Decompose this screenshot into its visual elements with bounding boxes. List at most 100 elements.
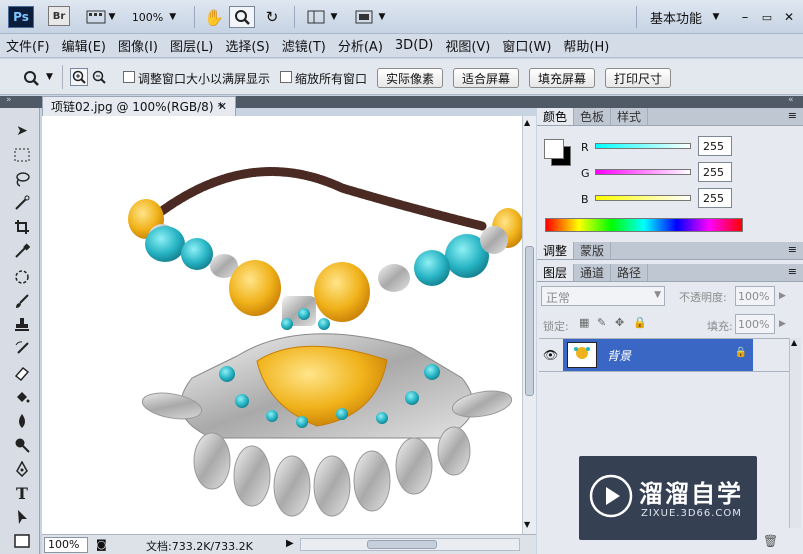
menu-select[interactable]: 选择(S) (225, 36, 269, 55)
expand-arrows-icon[interactable]: « (788, 95, 794, 105)
blue-value-field[interactable]: 255 (698, 188, 732, 208)
pen-tool-icon[interactable] (10, 458, 34, 480)
tab-masks[interactable]: 蒙版 (574, 242, 612, 259)
fill-screen-button[interactable]: 填充屏幕 (529, 68, 595, 88)
menu-filter[interactable]: 滤镜(T) (282, 36, 326, 55)
tab-color[interactable]: 颜色 (537, 108, 575, 125)
horizontal-scrollbar[interactable] (300, 538, 520, 551)
maximize-button[interactable]: ▭ (758, 6, 776, 28)
document-canvas[interactable] (42, 116, 522, 534)
menu-analysis[interactable]: 分析(A) (338, 36, 383, 55)
scroll-up-icon[interactable]: ▲ (791, 338, 797, 347)
fit-screen-button[interactable]: 适合屏幕 (453, 68, 519, 88)
shape-tool-icon[interactable] (10, 530, 34, 552)
zoom-tool-button[interactable] (229, 6, 255, 28)
tab-layers[interactable]: 图层 (537, 264, 575, 281)
trash-icon[interactable]: 🗑 (763, 534, 778, 548)
vertical-scrollbar[interactable]: ▲ ▼ (522, 116, 536, 534)
red-value-field[interactable]: 255 (698, 136, 732, 156)
quick-selection-tool-icon[interactable] (10, 192, 34, 214)
menu-view[interactable]: 视图(V) (445, 36, 490, 55)
zoom-level-dropdown[interactable]: 100% ▼ (126, 6, 182, 28)
eraser-tool-icon[interactable] (10, 362, 34, 384)
opacity-arrow-icon[interactable]: ▶ (779, 291, 786, 301)
chevron-down-icon[interactable]: ▼ (106, 6, 118, 28)
panel-menu-icon[interactable]: ≡ (788, 265, 797, 278)
blend-mode-dropdown[interactable]: 正常 ▼ (541, 286, 665, 306)
menu-3d[interactable]: 3D(D) (395, 38, 433, 53)
workspace-switcher[interactable]: 基本功能 (644, 6, 708, 28)
tab-channels[interactable]: 通道 (574, 264, 612, 281)
lock-position-icon[interactable]: ✥ (615, 316, 624, 329)
opacity-field[interactable]: 100% (735, 286, 775, 306)
document-tab[interactable]: 项链02.jpg @ 100%(RGB/8) * ✕ (42, 96, 236, 116)
resize-windows-checkbox[interactable] (123, 71, 135, 83)
tab-styles[interactable]: 样式 (611, 108, 649, 125)
menu-window[interactable]: 窗口(W) (502, 36, 551, 55)
print-size-button[interactable]: 打印尺寸 (605, 68, 671, 88)
chevron-down-icon[interactable]: ▼ (328, 6, 340, 28)
zoom-all-windows-checkbox[interactable] (280, 71, 292, 83)
menu-help[interactable]: 帮助(H) (563, 36, 609, 55)
status-menu-icon[interactable]: ◙ (96, 538, 107, 551)
panel-menu-icon[interactable]: ≡ (788, 243, 797, 256)
layer-row[interactable]: 👁 背景 🔒 (539, 338, 789, 372)
menu-file[interactable]: 文件(F) (6, 36, 50, 55)
chevron-down-icon[interactable]: ▼ (46, 72, 53, 82)
arrange-documents-button[interactable] (304, 6, 328, 28)
clone-stamp-tool-icon[interactable] (10, 314, 34, 336)
green-slider[interactable] (595, 169, 691, 175)
eyedropper-tool-icon[interactable] (10, 240, 34, 262)
close-button[interactable]: ✕ (780, 6, 798, 28)
lock-pixels-icon[interactable]: ✎ (597, 316, 606, 329)
green-value-field[interactable]: 255 (698, 162, 732, 182)
horizontal-scroll-thumb[interactable] (367, 540, 437, 549)
layers-scrollbar[interactable]: ▲ (789, 338, 801, 528)
chevron-down-icon[interactable]: ▼ (376, 6, 388, 28)
type-tool-icon[interactable]: T (10, 482, 34, 504)
blue-slider[interactable] (595, 195, 691, 201)
move-tool-icon[interactable]: ➤ (10, 120, 34, 142)
actual-pixels-button[interactable]: 实际像素 (377, 68, 443, 88)
blur-tool-icon[interactable] (10, 410, 34, 432)
history-brush-tool-icon[interactable] (10, 338, 34, 360)
scroll-thumb[interactable] (525, 246, 534, 396)
crop-tool-icon[interactable] (10, 216, 34, 238)
zoom-in-button[interactable] (70, 68, 88, 86)
eye-icon[interactable]: 👁 (543, 348, 558, 362)
screen-mode-button[interactable] (352, 6, 376, 28)
menu-layer[interactable]: 图层(L) (170, 36, 213, 55)
tool-preset-picker[interactable] (20, 68, 42, 88)
path-selection-tool-icon[interactable] (10, 506, 34, 528)
bridge-button[interactable]: Br (48, 6, 70, 26)
collapse-arrows-icon[interactable]: » (6, 95, 12, 105)
close-icon[interactable]: ✕ (218, 100, 227, 113)
dodge-tool-icon[interactable] (10, 434, 34, 456)
fill-arrow-icon[interactable]: ▶ (779, 319, 786, 329)
menu-image[interactable]: 图像(I) (118, 36, 158, 55)
scroll-up-icon[interactable]: ▲ (524, 118, 530, 127)
chevron-down-icon[interactable]: ▼ (710, 6, 722, 28)
tab-paths[interactable]: 路径 (611, 264, 649, 281)
status-arrow-icon[interactable]: ▶ (286, 538, 294, 549)
brush-tool-icon[interactable] (10, 290, 34, 312)
foreground-color-swatch[interactable] (544, 139, 564, 159)
menu-edit[interactable]: 编辑(E) (62, 36, 106, 55)
marquee-tool-icon[interactable] (10, 144, 34, 166)
paint-bucket-tool-icon[interactable] (10, 386, 34, 408)
fill-field[interactable]: 100% (735, 314, 775, 334)
panel-menu-icon[interactable]: ≡ (788, 109, 797, 122)
lasso-tool-icon[interactable] (10, 168, 34, 190)
hand-tool-icon[interactable]: ✋ (202, 6, 226, 28)
tab-swatches[interactable]: 色板 (574, 108, 612, 125)
healing-brush-tool-icon[interactable] (10, 266, 34, 288)
rotate-view-icon[interactable]: ↻ (260, 6, 284, 28)
red-slider[interactable] (595, 143, 691, 149)
tab-adjustments[interactable]: 调整 (537, 242, 575, 259)
minimize-button[interactable]: – (736, 6, 754, 28)
color-spectrum-bar[interactable] (545, 218, 743, 232)
lock-all-icon[interactable]: 🔒 (633, 316, 647, 329)
scroll-down-icon[interactable]: ▼ (524, 520, 530, 529)
zoom-out-button[interactable] (90, 68, 108, 86)
zoom-field[interactable]: 100% (44, 537, 88, 553)
